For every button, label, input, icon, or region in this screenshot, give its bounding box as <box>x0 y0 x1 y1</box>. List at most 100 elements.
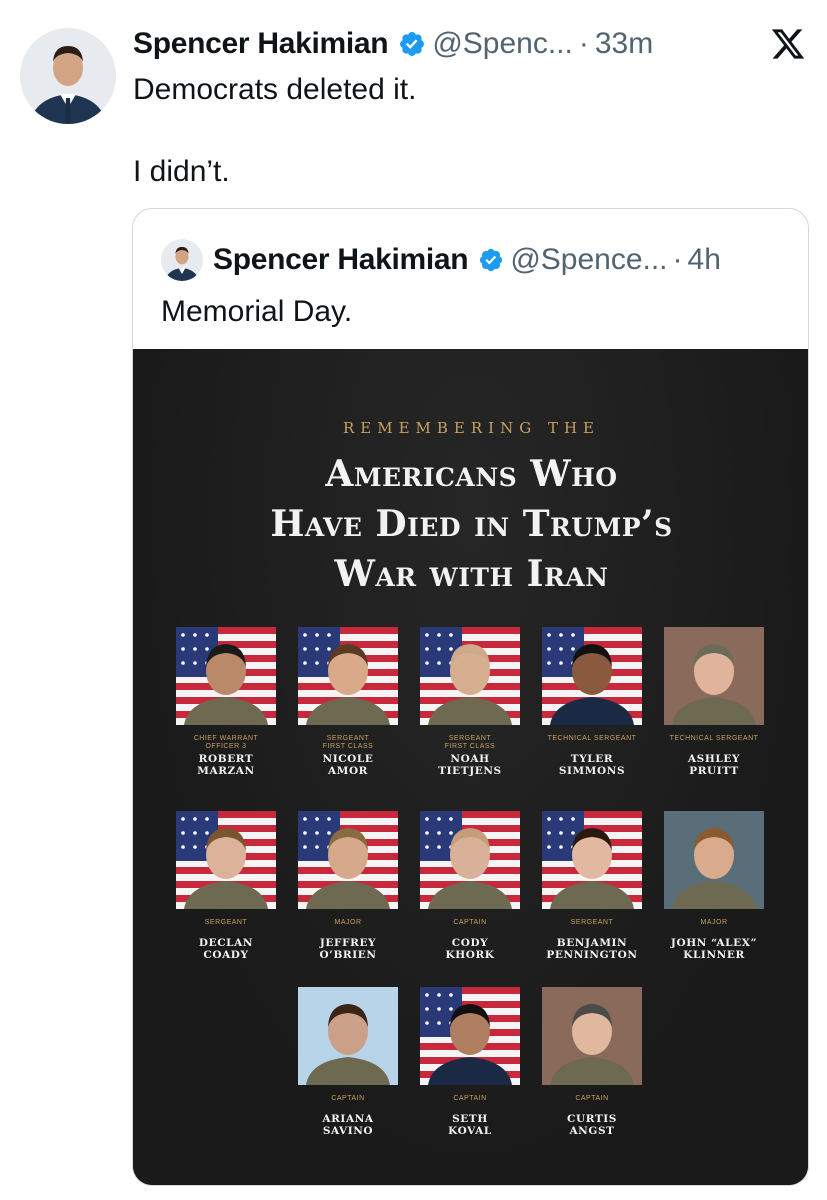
person-name: JOHN “ALEX” KLINNER <box>664 937 764 961</box>
person-name: TYLER SIMMONS <box>542 753 642 777</box>
quoted-author-handle[interactable]: @Spence... <box>510 243 667 277</box>
verified-badge-icon <box>480 248 503 272</box>
rank-line: Captain <box>453 1095 487 1102</box>
name-line: KOVAL <box>448 1125 492 1137</box>
portrait-image <box>542 627 642 725</box>
portrait-image <box>420 987 520 1085</box>
memorial-person: Sergeant First Class NICOLE AMOR <box>298 627 398 777</box>
portrait-photo <box>542 987 642 1085</box>
name-line: DECLAN <box>198 937 254 949</box>
portrait-photo <box>176 627 276 725</box>
rank-line: Sergeant <box>448 735 492 742</box>
portrait-image <box>298 811 398 909</box>
person-rank: Sergeant First Class <box>298 735 398 751</box>
tweet-line: I didn’t. <box>133 155 230 188</box>
headline-line: War with Iran <box>334 553 609 595</box>
name-line: BENJAMIN <box>556 937 628 949</box>
person-rank: Captain <box>420 919 520 935</box>
portrait-image <box>664 811 764 909</box>
memorial-person: Major JEFFREY O’BRIEN <box>298 811 398 961</box>
person-name: BENJAMIN PENNINGTON <box>542 937 642 961</box>
quoted-author-name[interactable]: Spencer Hakimian <box>213 243 469 277</box>
name-line: TIETJENS <box>438 765 502 777</box>
x-logo-icon[interactable] <box>770 26 806 62</box>
person-name: SETH KOVAL <box>420 1113 520 1137</box>
portrait-photo <box>664 811 764 909</box>
person-rank: Sergeant <box>176 919 276 935</box>
profile-photo <box>161 239 203 281</box>
name-line: CURTIS <box>567 1113 617 1125</box>
name-line: ASHLEY <box>687 753 741 765</box>
tweet-timestamp[interactable]: 33m <box>595 27 653 61</box>
memorial-person: Captain ARIANA SAVINO <box>298 987 398 1137</box>
name-line: SAVINO <box>322 1125 374 1137</box>
portrait-photo <box>542 811 642 909</box>
portrait-image <box>542 987 642 1085</box>
person-rank: Captain <box>542 1095 642 1111</box>
person-rank: Captain <box>298 1095 398 1111</box>
person-rank: Technical Sergeant <box>542 735 642 751</box>
name-line: ANGST <box>569 1125 615 1137</box>
name-line: PENNINGTON <box>546 949 638 961</box>
portrait-photo <box>420 987 520 1085</box>
memorial-person: Captain SETH KOVAL <box>420 987 520 1137</box>
memorial-image[interactable]: REMEMBERING THE Americans Who Have Died … <box>133 349 808 1185</box>
rank-line: Technical Sergeant <box>669 735 759 742</box>
person-rank: Captain <box>420 1095 520 1111</box>
portrait-image <box>420 811 520 909</box>
rank-line: First Class <box>322 743 374 750</box>
person-name: CODY KHORK <box>420 937 520 961</box>
memorial-person: Captain CURTIS ANGST <box>542 987 642 1137</box>
person-rank: Chief Warrant Officer 3 <box>176 735 276 751</box>
author-handle[interactable]: @Spenc... <box>432 27 573 61</box>
portrait-photo <box>542 627 642 725</box>
rank-line: Officer 3 <box>205 743 247 750</box>
rank-line: Sergeant <box>204 919 248 926</box>
person-name: ROBERT MARZAN <box>176 753 276 777</box>
portrait-image <box>542 811 642 909</box>
headline-line: Americans Who <box>325 453 618 495</box>
person-rank: Sergeant <box>542 919 642 935</box>
quoted-tweet[interactable]: Spencer Hakimian @Spence... · 4h Memoria… <box>132 208 809 1186</box>
memorial-person: Sergeant First Class NOAH TIETJENS <box>420 627 520 777</box>
person-rank: Major <box>664 919 764 935</box>
quoted-tweet-text: Memorial Day. <box>161 295 353 328</box>
tweet-text: Democrats deleted it. I didn’t. <box>133 70 416 192</box>
portrait-photo <box>176 811 276 909</box>
name-line: KHORK <box>445 949 495 961</box>
rank-line: Captain <box>453 919 487 926</box>
rank-line: Captain <box>331 1095 365 1102</box>
person-name: NOAH TIETJENS <box>420 753 520 777</box>
memorial-person: Technical Sergeant ASHLEY PRUITT <box>664 627 764 777</box>
verified-badge-icon <box>400 32 425 56</box>
quoted-author-avatar[interactable] <box>161 239 203 281</box>
author-name[interactable]: Spencer Hakimian <box>133 27 389 61</box>
separator-dot: · <box>578 27 589 60</box>
name-line: PRUITT <box>689 765 739 777</box>
person-name: DECLAN COADY <box>176 937 276 961</box>
portrait-image <box>176 811 276 909</box>
memorial-person: Captain CODY KHORK <box>420 811 520 961</box>
portrait-photo <box>298 987 398 1085</box>
rank-line: Technical Sergeant <box>547 735 637 742</box>
person-name: ARIANA SAVINO <box>298 1113 398 1137</box>
memorial-person: Technical Sergeant TYLER SIMMONS <box>542 627 642 777</box>
image-kicker: REMEMBERING THE <box>342 419 600 437</box>
memorial-person: Major JOHN “ALEX” KLINNER <box>664 811 764 961</box>
rank-line: Chief Warrant <box>193 735 259 742</box>
portrait-image <box>298 627 398 725</box>
name-line: TYLER <box>570 753 614 765</box>
memorial-person: Sergeant DECLAN COADY <box>176 811 276 961</box>
quoted-tweet-timestamp[interactable]: 4h <box>688 243 721 277</box>
person-name: ASHLEY PRUITT <box>664 753 764 777</box>
name-line: KLINNER <box>683 949 745 961</box>
person-name: CURTIS ANGST <box>542 1113 642 1137</box>
separator-dot: · <box>672 243 683 276</box>
person-name: NICOLE AMOR <box>298 753 398 777</box>
name-line: AMOR <box>327 765 369 777</box>
name-line: SIMMONS <box>558 765 626 777</box>
rank-line: Sergeant <box>326 735 370 742</box>
portrait-image <box>420 627 520 725</box>
author-avatar[interactable] <box>20 28 116 124</box>
rank-line: Major <box>700 919 728 926</box>
